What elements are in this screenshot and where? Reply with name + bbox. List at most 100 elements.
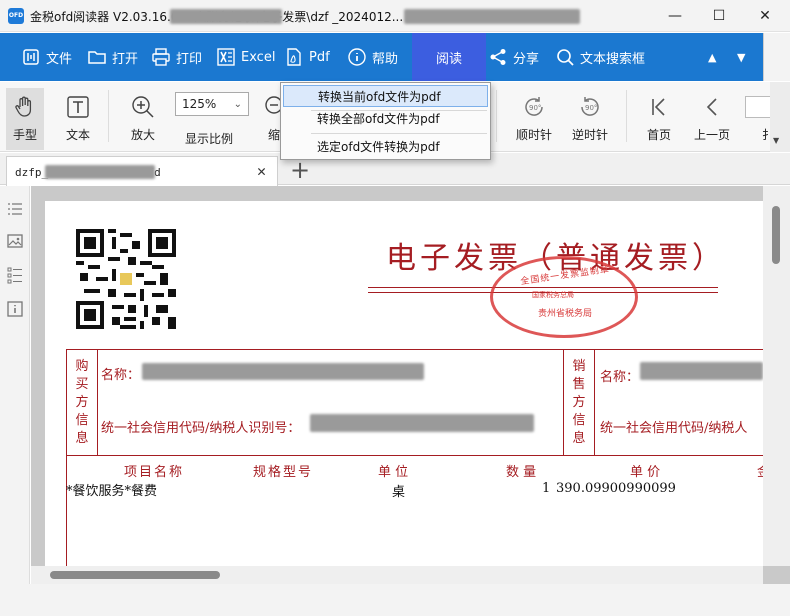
horizontal-scroll-thumb[interactable] xyxy=(50,571,220,579)
redaction xyxy=(142,363,424,380)
redaction xyxy=(404,9,580,24)
hand-label: 手型 xyxy=(12,128,37,142)
print-label: 打印 xyxy=(176,51,203,67)
page-number-input[interactable] xyxy=(745,96,770,118)
redaction xyxy=(640,362,763,380)
menu-separator xyxy=(311,133,487,134)
app-icon: OFD xyxy=(8,8,24,24)
item-quantity: 1 xyxy=(542,481,551,496)
close-button[interactable]: ✕ xyxy=(742,0,788,32)
info-icon xyxy=(348,48,366,66)
chevron-left-icon xyxy=(699,94,725,120)
outline-icon[interactable] xyxy=(6,266,24,284)
menu-item-convert-selected[interactable]: 选定ofd文件转换为pdf xyxy=(283,136,488,158)
redaction xyxy=(310,414,534,432)
zoom-select[interactable]: 125% ⌄ xyxy=(175,92,249,116)
item-unit-price: 390.09900990099 xyxy=(556,481,676,496)
zoom-value: 125% xyxy=(182,97,217,111)
divider xyxy=(626,90,627,142)
share-icon xyxy=(489,48,507,66)
minimize-button[interactable]: — xyxy=(652,0,698,32)
rotate-counterclockwise-button[interactable]: 90° 逆时针 xyxy=(568,94,612,154)
zoom-label: 显示比例 xyxy=(185,132,234,146)
left-sidebar xyxy=(0,186,30,584)
share-label: 分享 xyxy=(513,51,540,67)
text-tool-icon xyxy=(65,94,91,120)
text-tool-label: 文本 xyxy=(65,128,90,142)
divider xyxy=(496,90,497,142)
print-button[interactable]: 打印 xyxy=(152,33,202,81)
item-name: *餐饮服务*餐费 xyxy=(66,484,158,499)
pdf-icon xyxy=(285,48,303,66)
new-tab-button[interactable]: + xyxy=(290,156,310,184)
zoom-in-button[interactable]: 放大 xyxy=(124,94,162,154)
rotate-cw-label: 顺时针 xyxy=(515,128,552,142)
buyer-name-label: 名称： xyxy=(101,368,141,383)
rotate-ccw-icon: 90° xyxy=(577,94,603,120)
main-toolbar: 文件 打开 打印 Excel Pdf 帮助 阅读 分享 文本搜索框 ▲ ▼ xyxy=(0,33,763,81)
list-icon[interactable] xyxy=(6,200,24,218)
pdf-button[interactable]: Pdf xyxy=(285,33,330,81)
share-button[interactable]: 分享 xyxy=(489,33,539,81)
zoom-in-icon xyxy=(130,94,156,120)
excel-label: Excel xyxy=(241,49,276,65)
hand-icon xyxy=(12,94,38,120)
file-button[interactable]: 文件 xyxy=(22,33,72,81)
read-tab[interactable]: 阅读 xyxy=(412,33,486,81)
pdf-menu: 转换当前ofd文件为pdf 转换全部ofd文件为pdf 选定ofd文件转换为pd… xyxy=(280,82,491,160)
excel-button[interactable]: Excel xyxy=(217,33,275,81)
first-page-label: 首页 xyxy=(646,128,671,142)
file-label: 文件 xyxy=(46,51,73,67)
excel-icon xyxy=(217,48,235,66)
printer-icon xyxy=(152,48,170,66)
close-tab-icon[interactable]: ✕ xyxy=(257,162,266,180)
seller-section-label: 销售方信息 xyxy=(572,359,586,446)
item-unit: 桌 xyxy=(392,485,406,500)
rotate-ccw-label: 逆时针 xyxy=(571,128,608,142)
toolbar-edge xyxy=(763,33,790,81)
prev-page-button[interactable]: 上一页 xyxy=(690,94,734,154)
buyer-tax-id-label: 统一社会信用代码/纳税人识别号： xyxy=(101,421,301,436)
status-area xyxy=(0,584,790,616)
open-button[interactable]: 打开 xyxy=(88,33,138,81)
zoom-in-label: 放大 xyxy=(130,128,155,142)
seal-mid-text: 国家税务总局 xyxy=(532,291,574,299)
menu-item-convert-current[interactable]: 转换当前ofd文件为pdf xyxy=(283,85,488,107)
text-search-box[interactable]: 文本搜索框 xyxy=(556,33,645,81)
search-label: 文本搜索框 xyxy=(580,51,646,67)
search-next-button[interactable]: ▼ xyxy=(737,33,745,81)
seal-bottom-text: 贵州省税务局 xyxy=(538,309,593,319)
table-border xyxy=(563,349,564,455)
text-tool-button[interactable]: 文本 xyxy=(60,94,96,154)
maximize-button[interactable]: ☐ xyxy=(696,0,742,32)
image-icon[interactable] xyxy=(6,232,24,250)
caret-down-icon: ▼ xyxy=(773,136,780,145)
seller-name-label: 名称： xyxy=(600,370,640,385)
prev-page-label: 上一页 xyxy=(693,128,730,142)
buyer-section-label: 购买方信息 xyxy=(75,359,89,446)
first-page-button[interactable]: 首页 xyxy=(640,94,678,154)
document-tab[interactable]: dzfp_ 240129104546.ofd ✕ xyxy=(6,156,278,186)
divider xyxy=(108,90,109,142)
hand-tool-button[interactable]: 手型 xyxy=(6,88,44,150)
seller-tax-id-label: 统一社会信用代码/纳税人 xyxy=(600,421,748,436)
rotate-clockwise-button[interactable]: 90° 顺时针 xyxy=(512,94,556,154)
redaction xyxy=(170,9,282,24)
svg-text:90°: 90° xyxy=(585,104,597,112)
menu-item-convert-all[interactable]: 转换全部ofd文件为pdf xyxy=(283,108,488,130)
info-icon[interactable] xyxy=(6,300,24,318)
table-border xyxy=(97,349,98,455)
column-item-name: 项目名称 xyxy=(124,465,185,480)
search-icon xyxy=(556,48,574,66)
search-prev-button[interactable]: ▲ xyxy=(708,33,716,81)
table-border xyxy=(66,455,763,456)
vertical-scroll-thumb[interactable] xyxy=(772,206,780,264)
rotate-cw-icon: 90° xyxy=(521,94,547,120)
open-label: 打开 xyxy=(112,51,139,67)
table-border xyxy=(66,349,67,566)
redaction xyxy=(45,165,155,179)
help-button[interactable]: 帮助 xyxy=(348,33,398,81)
qr-code xyxy=(76,229,176,329)
folder-icon xyxy=(88,48,106,66)
column-unit-price: 单 价 xyxy=(630,465,661,480)
